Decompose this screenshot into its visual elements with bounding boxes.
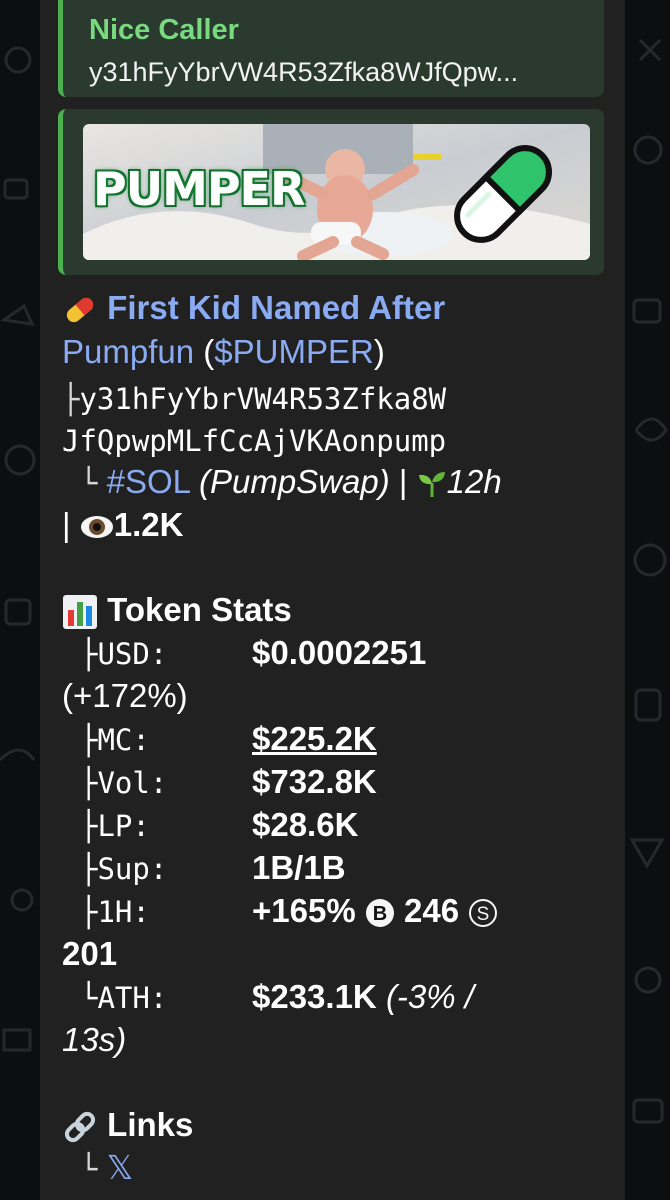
token-ticker-link[interactable]: $PUMPER [214, 333, 374, 370]
dex-name: (PumpSwap) [198, 463, 390, 500]
svg-text:S: S [477, 904, 490, 925]
preview-image-text: PUMPER [93, 162, 305, 216]
sell-badge-icon: S [469, 899, 498, 928]
token-title-line: First Kid Named After [62, 286, 445, 329]
stat-usd-change: (+172%) [62, 677, 188, 714]
stat-supply: ├Sup: 1B/1B [62, 846, 346, 891]
paren-open: ( [194, 333, 215, 370]
reply-author: Nice Caller [89, 14, 239, 46]
links-heading: Links [62, 1103, 193, 1146]
pill-icon [66, 298, 94, 323]
stat-1h: ├1H: +165% B 246 S [62, 889, 498, 934]
seedling-icon [418, 472, 445, 498]
x-link[interactable]: 𝕏 [107, 1149, 134, 1186]
stat-1h-buys: 246 [404, 892, 460, 929]
link-icon [64, 1112, 96, 1143]
stat-vol-value: $732.8K [252, 763, 377, 800]
stat-usd: ├USD: $0.0002251 [62, 631, 426, 676]
stat-ath-note: (-3% / [385, 978, 474, 1015]
reply-text: y31hFyYbrVW4R53Zfka8WJfQpw... [89, 57, 519, 87]
stat-1h-label: ├1H: [80, 895, 150, 929]
token-age: 12h [446, 463, 502, 500]
buy-badge-icon: B [365, 899, 394, 928]
token-stats-title: Token Stats [107, 591, 292, 628]
stat-1h-change: +165% [252, 892, 356, 929]
chain-hashtag[interactable]: #SOL [107, 463, 190, 500]
separator: | [62, 506, 71, 543]
token-name-line: Pumpfun ($PUMPER) [62, 330, 385, 373]
stat-ath-label: └ATH: [80, 981, 168, 1015]
stat-usd-value: $0.0002251 [252, 634, 427, 671]
stat-usd-label: ├USD: [80, 637, 168, 671]
tree-end: └ [80, 1152, 98, 1186]
view-count: 1.2K [113, 506, 184, 543]
tree-end: └ [80, 466, 98, 500]
stat-mc: ├MC: $225.2K [62, 717, 377, 762]
links-title: Links [107, 1106, 194, 1143]
stat-ath: └ATH: $233.1K (-3% / [62, 975, 474, 1020]
stat-ath-note-line: 13s) [62, 1018, 126, 1061]
stat-vol: ├Vol: $732.8K [62, 760, 377, 805]
stat-vol-label: ├Vol: [80, 766, 168, 800]
paren-close: ) [373, 333, 385, 370]
chain-line: └ #SOL (PumpSwap) | 12h [62, 460, 502, 505]
token-name-link[interactable]: Pumpfun [62, 333, 194, 370]
tree-branch: ├ [62, 382, 80, 416]
stat-1h-sells: 201 [62, 935, 118, 972]
contract-address-line-2[interactable]: JfQpwpMLfCcAjVKAonpump [62, 418, 446, 463]
link-preview[interactable]: PUMPER [58, 109, 604, 275]
bar-chart-icon [63, 595, 97, 630]
links-x-line: └ 𝕏 [62, 1146, 133, 1191]
separator: | [398, 463, 408, 500]
svg-text:B: B [373, 903, 387, 925]
stat-ath-note-2: 13s) [62, 1021, 127, 1058]
stat-lp-value: $28.6K [252, 806, 359, 843]
stat-ath-value: $233.1K [252, 978, 377, 1015]
stat-lp-label: ├LP: [80, 809, 150, 843]
stat-mc-value[interactable]: $225.2K [252, 720, 377, 757]
contract-address-line-1[interactable]: ├y31hFyYbrVW4R53Zfka8W [62, 376, 446, 421]
preview-image[interactable]: PUMPER [83, 124, 590, 260]
token-title[interactable]: First Kid Named After [107, 289, 445, 326]
stat-mc-label: ├MC: [80, 723, 150, 757]
views-line: | 1.2K [62, 503, 183, 546]
token-stats-heading: Token Stats [62, 588, 292, 631]
contract-address-part-1[interactable]: y31hFyYbrVW4R53Zfka8W [79, 382, 446, 416]
stat-usd-change-line: (+172%) [62, 674, 188, 717]
reply-quote[interactable]: Nice Caller y31hFyYbrVW4R53Zfka8WJfQpw..… [58, 0, 604, 97]
stat-1h-sells-line: 201 [62, 932, 117, 975]
eye-icon [80, 516, 113, 539]
stat-lp: ├LP: $28.6K [62, 803, 358, 848]
contract-address-part-2[interactable]: JfQpwpMLfCcAjVKAonpump [62, 424, 446, 458]
stat-supply-label: ├Sup: [80, 852, 168, 886]
stat-supply-value: 1B/1B [252, 849, 346, 886]
